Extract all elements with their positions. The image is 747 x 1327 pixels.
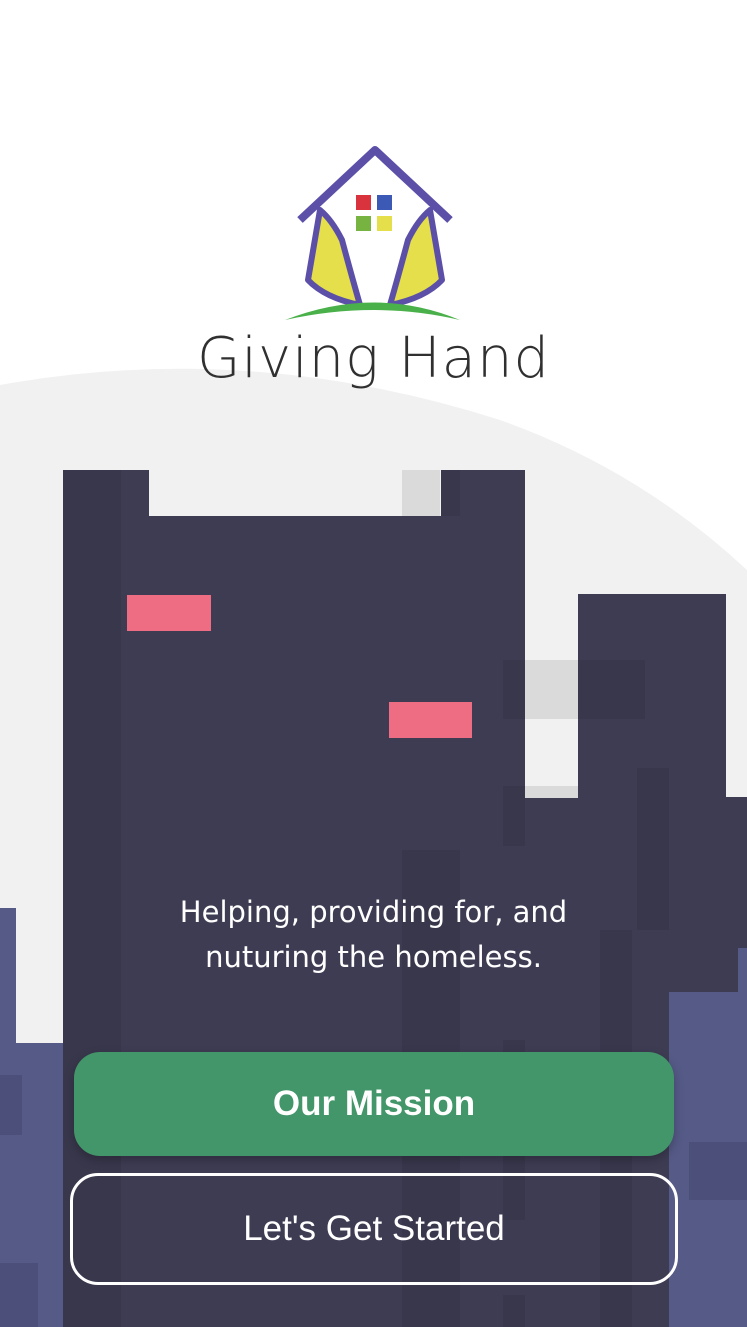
get-started-button[interactable]: Let's Get Started — [70, 1173, 678, 1285]
hero-tagline: Helping, providing for, and nuturing the… — [179, 895, 568, 974]
brand-name: Giving Hand — [196, 326, 550, 391]
house-hands-logo — [285, 146, 460, 320]
building-window — [389, 702, 472, 738]
our-mission-button[interactable]: Our Mission — [74, 1052, 674, 1156]
building-window — [127, 595, 211, 631]
